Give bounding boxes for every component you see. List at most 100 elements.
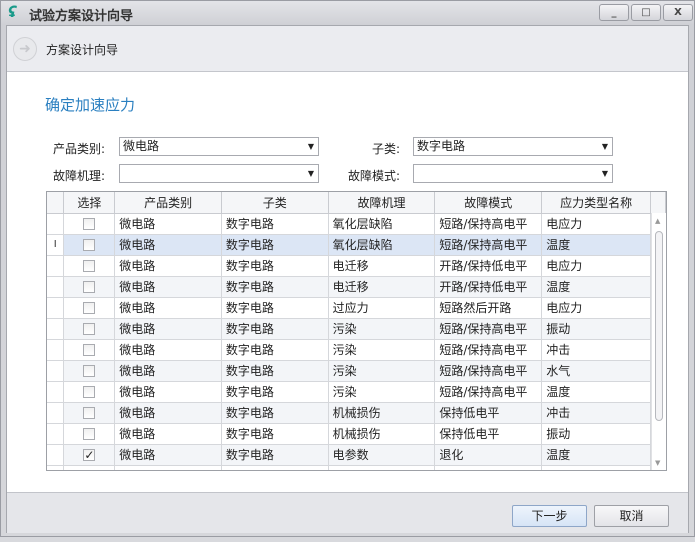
table-row[interactable]: 微电路 数字电路 电迁移 开路/保持低电平 温度 [47, 276, 666, 298]
table-cell: 数字电路 [221, 276, 329, 298]
column-header[interactable]: 选择 [63, 192, 116, 214]
table-cell: 电迁移 [328, 255, 436, 277]
table-row[interactable]: 微电路 数字电路 污染 短路/保持高电平 温度 [47, 381, 666, 403]
table-row[interactable]: 微电路 数字电路 氧化层缺陷 短路/保持高电平 电应力 [47, 213, 666, 235]
cancel-button[interactable]: 取消 [594, 505, 669, 527]
row-header[interactable] [47, 423, 65, 445]
table-cell: 短路/保持高电平 [434, 213, 543, 235]
table-cell: 微电路 [114, 444, 222, 466]
select-cell [63, 213, 116, 235]
row-header[interactable] [47, 276, 65, 298]
scroll-up-icon[interactable]: ▲ [655, 217, 660, 225]
column-header[interactable]: 子类 [221, 192, 329, 214]
table-cell: 电应力 [541, 297, 652, 319]
select-checkbox[interactable] [83, 323, 96, 335]
table-cell: 数字电路 [221, 360, 329, 382]
column-header[interactable]: 应力类型名称 [541, 192, 652, 214]
title-bar: ʢ 试验方案设计向导 _ □ X [1, 1, 694, 25]
select-cell [63, 255, 116, 277]
row-header[interactable] [47, 339, 65, 361]
table-cell: 数字电路 [221, 444, 329, 466]
chevron-down-icon: ▼ [307, 142, 314, 151]
row-header[interactable] [47, 381, 65, 403]
row-header[interactable] [47, 297, 65, 319]
table-cell: 保持低电平 [434, 423, 543, 445]
table-row[interactable] [47, 465, 666, 471]
table-row[interactable]: ✓ 微电路 数字电路 电参数 退化 温度 [47, 444, 666, 466]
column-header[interactable]: 产品类别 [114, 192, 222, 214]
table-row[interactable]: 微电路 数字电路 污染 短路/保持高电平 水气 [47, 360, 666, 382]
scroll-thumb[interactable] [655, 231, 663, 421]
select-cell [63, 234, 116, 256]
select-cell [63, 276, 116, 298]
table-cell: 保持低电平 [434, 402, 543, 424]
back-arrow-icon[interactable]: ➜ [13, 37, 37, 61]
table-cell: 机械损伤 [328, 402, 436, 424]
table-row[interactable]: I 微电路 数字电路 氧化层缺陷 短路/保持高电平 温度 [47, 234, 666, 256]
table-cell: 退化 [434, 444, 543, 466]
select-checkbox[interactable] [83, 218, 96, 230]
table-cell [114, 465, 222, 470]
row-header[interactable] [47, 255, 65, 277]
column-header[interactable]: 故障机理 [328, 192, 436, 214]
app-logo-icon: ʢ [8, 3, 17, 21]
table-cell: 数字电路 [221, 423, 329, 445]
table-cell: 数字电路 [221, 318, 329, 340]
next-button[interactable]: 下一步 [512, 505, 587, 527]
failure-mode-dropdown[interactable]: ▼ [413, 164, 613, 183]
row-header[interactable] [47, 318, 65, 340]
row-header[interactable] [47, 465, 65, 470]
table-cell [328, 465, 436, 470]
table-cell: 水气 [541, 360, 652, 382]
close-button[interactable]: X [663, 4, 693, 21]
select-checkbox[interactable]: ✓ [83, 449, 96, 461]
select-checkbox[interactable] [83, 386, 96, 398]
subclass-value: 数字电路 [417, 139, 466, 153]
failure-mechanism-label: 故障机理: [53, 169, 106, 183]
select-checkbox[interactable] [83, 470, 95, 471]
subclass-dropdown[interactable]: 数字电路 ▼ [413, 137, 613, 156]
row-header[interactable] [47, 402, 65, 424]
table-cell [541, 465, 652, 470]
step-title: 确定加速应力 [45, 96, 136, 114]
table-row[interactable]: 微电路 数字电路 污染 短路/保持高电平 振动 [47, 318, 666, 340]
table-cell: 电应力 [541, 213, 652, 235]
failure-mechanism-dropdown[interactable]: ▼ [119, 164, 319, 183]
table-cell: 温度 [541, 276, 652, 298]
table-cell: 短路/保持高电平 [434, 339, 543, 361]
row-header[interactable]: I [47, 234, 65, 256]
select-checkbox[interactable] [83, 365, 96, 377]
maximize-button[interactable]: □ [631, 4, 661, 21]
table-cell: 过应力 [328, 297, 436, 319]
table-cell: 振动 [541, 423, 652, 445]
table-row[interactable]: 微电路 数字电路 电迁移 开路/保持低电平 电应力 [47, 255, 666, 277]
column-header[interactable]: 故障模式 [434, 192, 543, 214]
table-row[interactable]: 微电路 数字电路 机械损伤 保持低电平 冲击 [47, 402, 666, 424]
row-header[interactable] [47, 213, 65, 235]
vertical-scrollbar[interactable]: ▲ ▼ [651, 213, 666, 470]
product-category-dropdown[interactable]: 微电路 ▼ [119, 137, 319, 156]
select-checkbox[interactable] [83, 281, 96, 293]
select-checkbox[interactable] [83, 428, 96, 440]
table-cell: 开路/保持低电平 [434, 255, 543, 277]
table-cell: 数字电路 [221, 234, 329, 256]
table-row[interactable]: 微电路 数字电路 机械损伤 保持低电平 振动 [47, 423, 666, 445]
table-row[interactable]: 微电路 数字电路 过应力 短路然后开路 电应力 [47, 297, 666, 319]
product-category-value: 微电路 [123, 139, 160, 153]
select-checkbox[interactable] [83, 260, 96, 272]
select-checkbox[interactable] [83, 407, 96, 419]
table-cell: 短路/保持高电平 [434, 318, 543, 340]
select-checkbox[interactable] [83, 239, 96, 251]
select-checkbox[interactable] [83, 302, 96, 314]
table-cell: 微电路 [114, 381, 222, 403]
table-row[interactable]: 微电路 数字电路 污染 短路/保持高电平 冲击 [47, 339, 666, 361]
table-cell: 短路/保持高电平 [434, 360, 543, 382]
table-cell: 电参数 [328, 444, 436, 466]
select-checkbox[interactable] [83, 344, 96, 356]
minimize-button[interactable]: _ [599, 4, 629, 21]
row-header[interactable] [47, 360, 65, 382]
table-cell: 污染 [328, 360, 436, 382]
row-header[interactable] [47, 444, 65, 466]
select-cell [63, 381, 116, 403]
scroll-down-icon[interactable]: ▼ [655, 459, 660, 467]
